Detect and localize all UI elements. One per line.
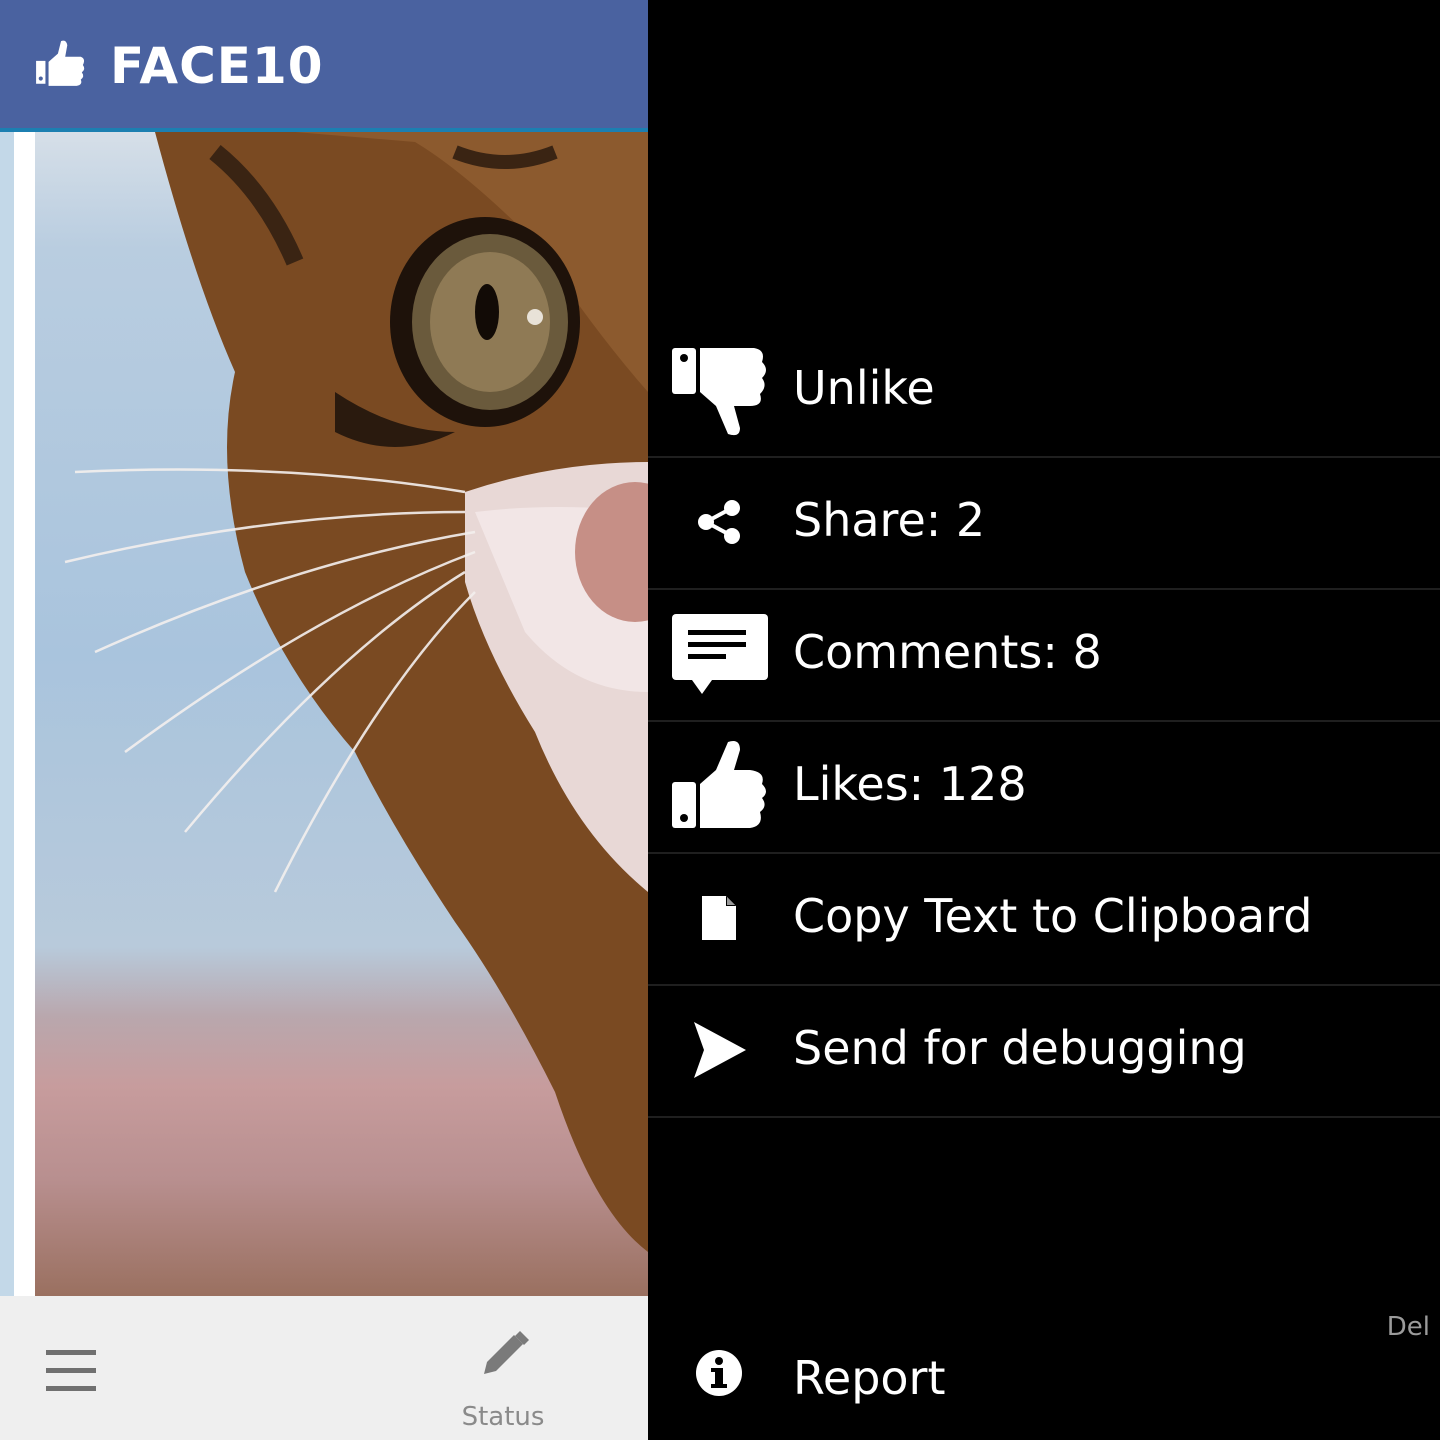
action-send-debugging[interactable]: Send for debugging [648,986,1440,1118]
action-report[interactable]: Report [648,1322,1440,1432]
feed-edge [0,132,14,1296]
action-unlike[interactable]: Unlike [648,326,1440,458]
action-label: Send for debugging [793,1021,1247,1075]
hamburger-menu-icon[interactable] [46,1350,98,1392]
cat-image [64,132,648,1252]
action-panel: Unlike Share: 2 Comments: 8 Likes: 128 C… [648,0,1440,1440]
action-copy-text[interactable]: Copy Text to Clipboard [648,854,1440,986]
action-likes[interactable]: Likes: 128 [648,722,1440,854]
post-photo[interactable] [35,132,648,1296]
action-share[interactable]: Share: 2 [648,458,1440,590]
thumbs-down-icon [672,348,766,436]
action-label: Comments: 8 [793,625,1102,679]
send-icon [694,1022,746,1078]
thumbs-up-icon [36,40,85,86]
action-label: Likes: 128 [793,757,1027,811]
action-label: Unlike [793,361,935,415]
document-icon [702,896,736,940]
app-title: FACE10 [110,37,324,95]
action-label: Copy Text to Clipboard [793,889,1313,943]
action-comments[interactable]: Comments: 8 [648,590,1440,722]
app-pane: FACE10 Status [0,0,648,1440]
action-label: Share: 2 [793,493,986,547]
status-button[interactable]: Status [450,1320,556,1435]
status-label: Status [461,1402,545,1432]
share-icon [698,500,740,544]
thumbs-up-icon [672,741,766,828]
feed [0,132,648,1296]
info-icon [696,1350,742,1396]
title-bar: FACE10 [0,0,648,132]
pencil-icon [484,1331,529,1374]
report-label: Report [793,1351,946,1405]
comment-icon [672,614,768,694]
